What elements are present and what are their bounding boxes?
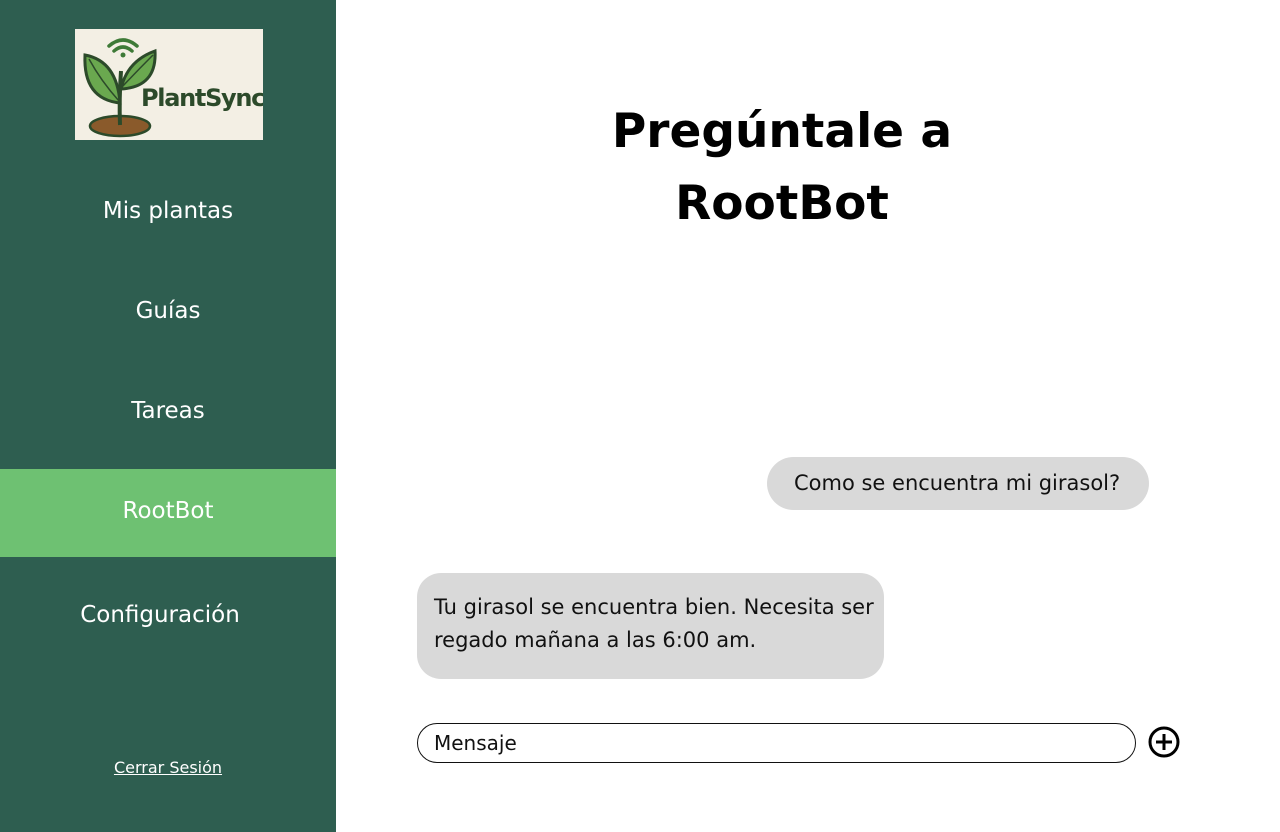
page-title-line-2: RootBot — [675, 176, 889, 231]
logo-wordmark: PlantSync — [141, 84, 263, 112]
page-title-line-1: Pregúntale a — [611, 104, 953, 159]
bot-message-bubble: Tu girasol se encuentra bien. Necesita s… — [417, 573, 884, 679]
app-root: PlantSync Mis plantas Guías Tareas RootB… — [0, 0, 1280, 832]
plantsync-logo[interactable]: PlantSync — [75, 29, 263, 140]
sidebar: PlantSync Mis plantas Guías Tareas RootB… — [0, 0, 336, 832]
sidebar-item-rootbot[interactable]: RootBot — [0, 469, 336, 557]
logout-link[interactable]: Cerrar Sesión — [0, 758, 336, 777]
sidebar-item-label: Guías — [135, 298, 201, 324]
sidebar-item-mis-plantas[interactable]: Mis plantas — [0, 198, 336, 228]
page-title: Pregúntale a RootBot — [580, 96, 984, 240]
message-input[interactable] — [417, 723, 1136, 763]
sidebar-item-guias[interactable]: Guías — [0, 298, 336, 328]
sidebar-item-configuracion[interactable]: Configuración — [0, 602, 328, 632]
plus-circle-icon — [1148, 726, 1180, 758]
user-message-bubble: Como se encuentra mi girasol? — [767, 457, 1149, 510]
sidebar-item-label: Mis plantas — [102, 198, 234, 224]
sidebar-item-label: RootBot — [122, 498, 214, 524]
send-button[interactable] — [1147, 726, 1181, 760]
sidebar-item-tareas[interactable]: Tareas — [0, 398, 336, 428]
sidebar-item-label: Tareas — [131, 398, 205, 424]
sidebar-item-label: Configuración — [80, 602, 240, 628]
